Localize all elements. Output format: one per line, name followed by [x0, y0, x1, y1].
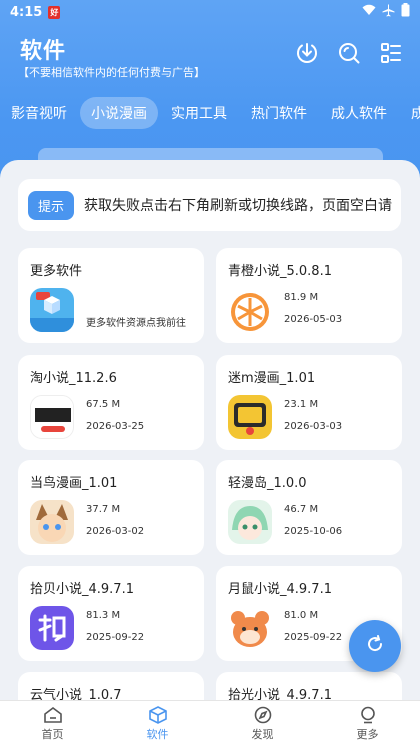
app-title: 淘小说_11.2.6: [30, 371, 117, 386]
notification-badge: 好: [48, 5, 61, 19]
app-size: 23.1 M: [284, 399, 319, 410]
tab-adult-more[interactable]: 成人: [400, 97, 420, 129]
nav-label: 发现: [251, 728, 274, 741]
refresh-button[interactable]: [349, 620, 401, 672]
cube-icon: [148, 706, 167, 724]
tab-adult[interactable]: 成人软件: [320, 97, 398, 129]
app-date: 2025-09-22: [86, 632, 145, 643]
danniao-icon: [30, 500, 74, 544]
app-title: 拾光小说_4.9.7.1: [228, 688, 332, 700]
status-bar: 4:15 好: [0, 0, 420, 24]
tab-popular[interactable]: 热门软件: [240, 97, 318, 129]
app-description: 更多软件资源点我前往: [86, 318, 186, 329]
app-title: 迷m漫画_1.01: [228, 371, 316, 386]
tab-tools[interactable]: 实用工具: [160, 97, 238, 129]
bottom-navigation: 首页 软件 发现 更多: [0, 700, 420, 747]
app-title: 当鸟漫画_1.01: [30, 476, 118, 491]
app-title: 轻漫岛_1.0.0: [228, 476, 307, 491]
app-card[interactable]: 拾贝小说_4.9.7.1 81.3 M 2025-09-22: [18, 566, 204, 661]
tab-audio-video[interactable]: 影音视听: [0, 97, 78, 129]
app-date: 2026-03-03: [284, 421, 343, 432]
nav-home[interactable]: 首页: [0, 701, 105, 747]
refresh-icon: [365, 634, 385, 658]
app-date: 2025-10-06: [284, 526, 343, 537]
content-sheet: 提示 获取失败点击右下角刷新或切换线路，页面空白请 更多软件 更多软件资源点我前…: [0, 160, 420, 700]
app-date: 2026-03-25: [86, 421, 145, 432]
app-title: 更多软件: [30, 264, 83, 279]
nav-more[interactable]: 更多: [315, 701, 420, 747]
app-card[interactable]: 云气小说_1.0.7: [18, 672, 204, 700]
compass-icon: [254, 706, 271, 724]
app-card[interactable]: 青橙小说_5.0.8.1 81.9 M 2026-05-03: [216, 248, 402, 343]
nav-label: 软件: [146, 728, 169, 741]
mimanhua-icon: [228, 395, 272, 439]
app-date: 2025-09-22: [284, 632, 343, 643]
list-menu-icon[interactable]: [378, 40, 404, 66]
app-title: 青橙小说_5.0.8.1: [228, 264, 332, 279]
app-date: 2026-03-02: [86, 526, 145, 537]
app-title: 月鼠小说_4.9.7.1: [228, 582, 332, 597]
app-title: 云气小说_1.0.7: [30, 688, 122, 700]
orange-icon: [228, 288, 272, 332]
nav-discover[interactable]: 发现: [210, 701, 315, 747]
qingmandao-icon: [228, 500, 272, 544]
app-card-more[interactable]: 更多软件 更多软件资源点我前往: [18, 248, 204, 343]
app-size: 81.0 M: [284, 610, 319, 621]
home-icon: [43, 707, 62, 723]
app-size: 46.7 M: [284, 504, 319, 515]
tab-novel-comic[interactable]: 小说漫画: [80, 97, 158, 129]
wifi-icon: [362, 4, 376, 20]
more-icon: [360, 706, 375, 724]
app-card[interactable]: 轻漫岛_1.0.0 46.7 M 2025-10-06: [216, 460, 402, 555]
page-title: 软件: [20, 39, 67, 64]
category-tabs: 影音视听 小说漫画 实用工具 热门软件 成人软件 成人: [0, 96, 420, 130]
yueshu-icon: [228, 606, 272, 650]
notice-button[interactable]: 提示: [28, 190, 75, 220]
status-time: 4:15: [10, 4, 43, 20]
notice-bar: 提示 获取失败点击右下角刷新或切换线路，页面空白请: [18, 179, 401, 231]
app-size: 81.3 M: [86, 610, 121, 621]
app-card[interactable]: 迷m漫画_1.01 23.1 M 2026-03-03: [216, 355, 402, 450]
app-card[interactable]: 淘小说_11.2.6 67.5 M 2026-03-25: [18, 355, 204, 450]
nav-label: 首页: [41, 728, 64, 741]
app-title: 拾贝小说_4.9.7.1: [30, 582, 134, 597]
download-icon[interactable]: [294, 40, 320, 66]
app-size: 81.9 M: [284, 292, 319, 303]
app-size: 67.5 M: [86, 399, 121, 410]
nav-label: 更多: [356, 728, 379, 741]
notice-text: 获取失败点击右下角刷新或切换线路，页面空白请: [84, 198, 393, 214]
nav-software[interactable]: 软件: [105, 701, 210, 747]
app-card[interactable]: 当鸟漫画_1.01 37.7 M 2026-03-02: [18, 460, 204, 555]
taoxiaoshuo-icon: [30, 395, 74, 439]
airplane-icon: [382, 4, 395, 21]
search-icon[interactable]: [336, 40, 362, 66]
app-date: 2026-05-03: [284, 314, 343, 325]
battery-icon: [401, 3, 410, 21]
shibei-icon: [30, 606, 74, 650]
app-card[interactable]: 拾光小说_4.9.7.1: [216, 672, 402, 700]
app-size: 37.7 M: [86, 504, 121, 515]
page-subtitle: 【不要相信软件内的任何付费与广告】: [18, 66, 205, 79]
more-software-icon: [30, 288, 74, 332]
